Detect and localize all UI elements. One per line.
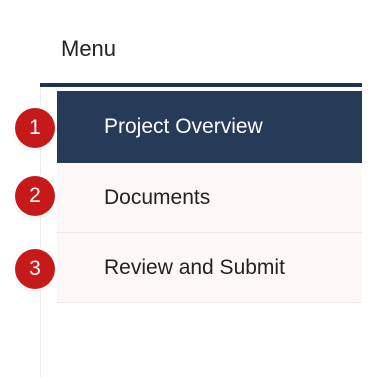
menu-item-label: Documents — [104, 185, 211, 209]
menu-list: Project Overview Documents Review and Su… — [57, 91, 362, 303]
step-number-badge: 2 — [15, 176, 55, 216]
menu-item-project-overview[interactable]: Project Overview — [57, 91, 362, 163]
menu-item-documents[interactable]: Documents — [57, 163, 362, 233]
step-number-badge: 3 — [15, 249, 55, 289]
menu-item-label: Review and Submit — [104, 255, 285, 279]
menu-title: Menu — [61, 36, 117, 61]
menu-header: Menu — [40, 14, 362, 87]
menu-item-review-and-submit[interactable]: Review and Submit — [57, 233, 362, 303]
step-number-badge: 1 — [15, 108, 55, 148]
menu-item-label: Project Overview — [104, 114, 263, 138]
